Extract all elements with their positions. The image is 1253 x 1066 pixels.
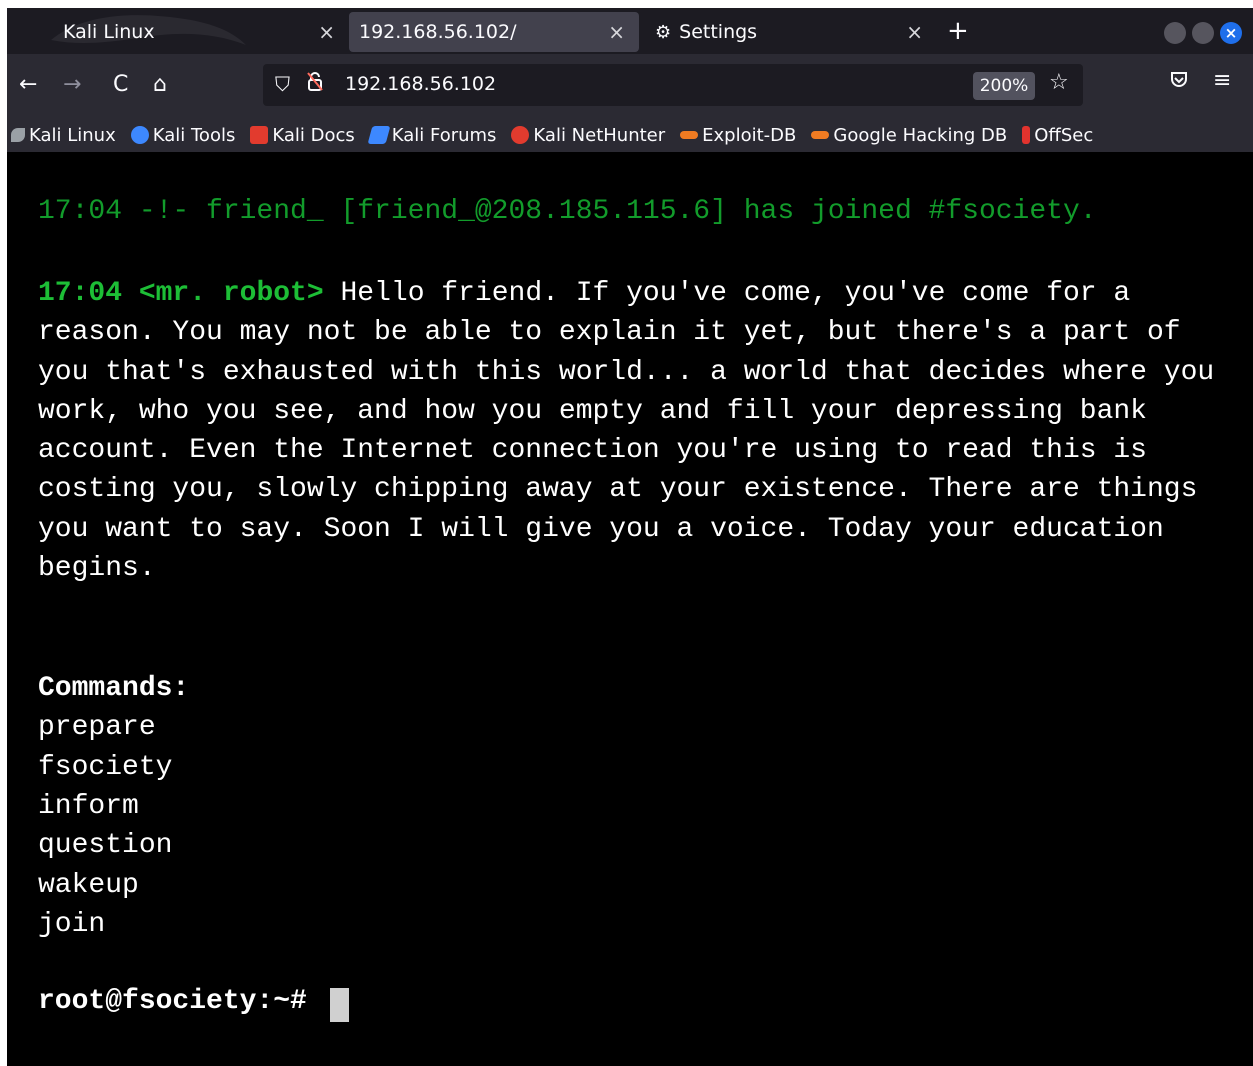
bookmark-google-hacking-db[interactable]: Google Hacking DB <box>811 125 1007 146</box>
url-text[interactable]: 192.168.56.102 <box>345 73 496 95</box>
home-icon[interactable]: ⌂ <box>153 72 167 97</box>
bookmark-label: Kali Linux <box>29 124 116 146</box>
kali-docs-icon <box>250 126 269 144</box>
zoom-level-badge[interactable]: 200% <box>973 72 1035 100</box>
bookmark-kali-nethunter[interactable]: Kali NetHunter <box>511 125 665 146</box>
tab-close-button[interactable]: × <box>608 20 625 44</box>
exploit-db-icon <box>680 131 699 139</box>
window-minimize-button[interactable] <box>1164 22 1186 44</box>
bookmark-kali-forums[interactable]: Kali Forums <box>367 124 497 146</box>
back-arrow-icon[interactable]: ← <box>19 72 37 97</box>
command-fsociety: fsociety <box>38 752 173 783</box>
bookmark-kali-docs[interactable]: Kali Docs <box>250 124 355 146</box>
insecure-lock-icon[interactable] <box>307 71 323 96</box>
navigation-bar: ← → C ⌂ ⛉ 192.168.56.102 200% ☆ ≡ <box>7 54 1253 118</box>
tab-label: Settings <box>679 21 758 43</box>
tab-192-168-56-102[interactable]: 192.168.56.102/ × <box>349 12 639 52</box>
command-join: join <box>38 909 106 940</box>
bookmark-kali-tools[interactable]: Kali Tools <box>130 124 236 146</box>
bookmark-label: Kali NetHunter <box>533 124 666 146</box>
bookmark-exploit-db[interactable]: Exploit-DB <box>680 125 796 146</box>
reload-icon[interactable]: C <box>113 72 128 97</box>
bookmark-label: Exploit-DB <box>702 124 797 146</box>
command-wakeup: wakeup <box>38 870 139 901</box>
shell-prompt: root@fsociety:~# <box>38 986 307 1017</box>
bookmark-label: OffSec <box>1034 124 1094 146</box>
terminal-input-cursor[interactable] <box>330 988 349 1022</box>
pocket-icon[interactable] <box>1169 70 1189 96</box>
shield-icon[interactable]: ⛉ <box>275 72 290 96</box>
tab-close-button[interactable]: × <box>906 20 923 44</box>
tab-label: 192.168.56.102/ <box>359 21 517 43</box>
new-tab-button[interactable]: + <box>947 16 969 46</box>
commands-heading: Commands: <box>38 673 190 704</box>
kali-forums-icon <box>367 126 391 144</box>
join-message: 17:04 -!- friend_ [friend_@208.185.115.6… <box>38 196 1097 227</box>
bookmark-kali-linux[interactable]: Kali Linux <box>11 125 116 146</box>
bookmark-offsec[interactable]: OffSec <box>1022 125 1093 146</box>
bookmark-star-icon[interactable]: ☆ <box>1049 70 1069 95</box>
terminal-page: 17:04 -!- friend_ [friend_@208.185.115.6… <box>7 152 1253 1066</box>
kali-dragon-icon <box>11 128 25 142</box>
bookmark-label: Kali Docs <box>272 124 355 146</box>
ghdb-icon <box>811 131 830 139</box>
bookmarks-toolbar: Kali Linux Kali Tools Kali Docs Kali For… <box>7 118 1253 152</box>
offsec-icon <box>1022 126 1031 144</box>
command-inform: inform <box>38 791 139 822</box>
command-question: question <box>38 830 173 861</box>
mr-robot-message: 17:04 <mr. robot> Hello friend. If you'v… <box>38 274 1238 588</box>
tab-strip: Kali Linux × 192.168.56.102/ × ⚙ Setting… <box>7 8 1253 54</box>
command-prepare: prepare <box>38 712 156 743</box>
kali-nethunter-icon <box>511 126 530 144</box>
bookmark-label: Kali Tools <box>152 124 236 146</box>
bookmark-label: Kali Forums <box>391 124 497 146</box>
message-nick: <mr. robot> <box>138 278 324 309</box>
kali-tools-icon <box>130 126 149 144</box>
hamburger-menu-icon[interactable]: ≡ <box>1213 68 1231 93</box>
tab-kali-linux[interactable]: Kali Linux × <box>13 12 349 52</box>
tab-settings[interactable]: ⚙ Settings × <box>647 12 937 52</box>
bookmark-label: Google Hacking DB <box>833 124 1008 146</box>
url-bar[interactable]: ⛉ 192.168.56.102 200% ☆ <box>263 64 1083 106</box>
tab-label: Kali Linux <box>63 21 155 43</box>
window-maximize-button[interactable] <box>1192 22 1214 44</box>
message-time: 17:04 <box>38 278 123 309</box>
gear-icon: ⚙ <box>655 21 672 43</box>
browser-window: Kali Linux × 192.168.56.102/ × ⚙ Setting… <box>7 8 1253 1066</box>
tab-close-button[interactable]: × <box>318 20 335 44</box>
message-text: Hello friend. If you've come, you've com… <box>38 278 1215 585</box>
forward-arrow-icon[interactable]: → <box>63 72 81 97</box>
window-close-button[interactable]: × <box>1220 22 1242 44</box>
